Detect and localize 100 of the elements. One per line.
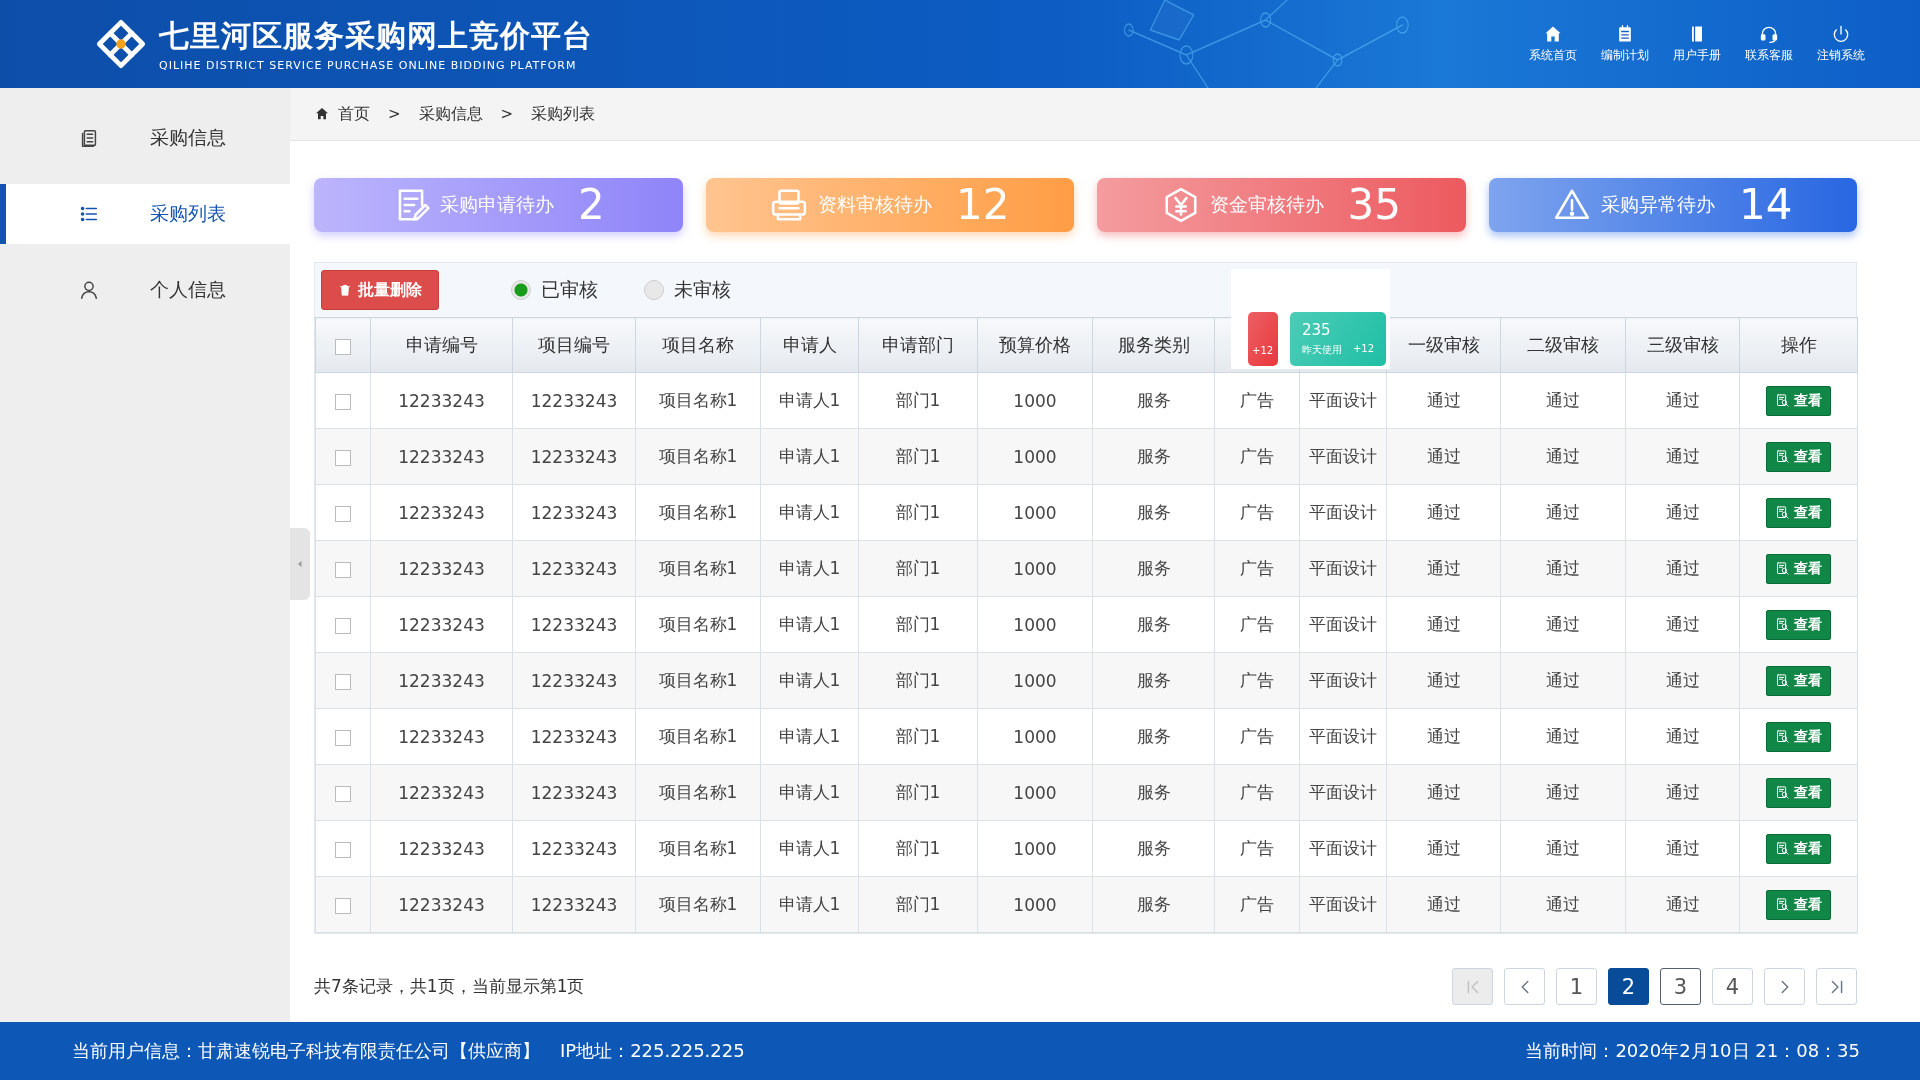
table-cell: 通过 [1500,876,1626,933]
checkbox[interactable] [335,505,351,522]
mini-stat-value: 235 [1302,321,1332,339]
table-cell: 部门1 [858,708,978,765]
nav-link[interactable]: 联系客服 [1740,24,1798,64]
search-icon [1775,841,1790,856]
radio-label[interactable]: 未审核 [674,277,731,303]
table-cell: 通过 [1386,428,1501,485]
collapse-handle[interactable] [290,528,310,600]
table-cell: 广告 [1214,596,1300,653]
stat-count: 2 [577,184,605,226]
column-header: 一级审核 [1386,317,1501,373]
table-cell: 项目名称1 [635,708,761,765]
breadcrumb-separator: > [500,105,514,123]
pager-button[interactable] [1816,968,1857,1005]
sidebar-item[interactable]: 个人信息 [0,260,290,320]
stat-card[interactable]: 采购申请待办 2 [314,178,683,232]
page-button[interactable]: 1 [1556,968,1597,1005]
view-button[interactable]: 查看 [1766,553,1831,584]
radio-label[interactable]: 已审核 [541,277,598,303]
table-cell: 平面设计 [1299,876,1387,933]
table-cell: 部门1 [858,820,978,877]
breadcrumb-link[interactable]: 采购信息 [418,103,483,125]
checkbox[interactable] [335,785,351,802]
table-cell: 12233243 [512,820,636,877]
table-cell: 申请人1 [760,820,859,877]
table-cell: 广告 [1214,764,1300,821]
nav-link[interactable]: 系统首页 [1524,24,1582,64]
pager-button[interactable] [1504,968,1545,1005]
column-header: 预算价格 [977,317,1093,373]
view-button[interactable]: 查看 [1766,721,1831,752]
view-button[interactable]: 查看 [1766,833,1831,864]
nav-link[interactable]: 用户手册 [1668,24,1726,64]
table-cell: 12233243 [512,596,636,653]
view-button[interactable]: 查看 [1766,777,1831,808]
printer-icon [770,186,808,224]
table-cell: 1000 [977,652,1093,709]
checkbox[interactable] [335,393,351,410]
breadcrumb-link[interactable]: 首页 [338,103,370,125]
table-cell: 项目名称1 [635,652,761,709]
column-header: 项目编号 [512,317,636,373]
page-button[interactable]: 2 [1608,968,1649,1005]
stat-card[interactable]: 资金审核待办 35 [1097,178,1466,232]
view-button[interactable]: 查看 [1766,385,1831,416]
checkbox[interactable] [335,449,351,466]
table-cell: 申请人1 [760,708,859,765]
view-button[interactable]: 查看 [1766,497,1831,528]
table-cell: 平面设计 [1299,596,1387,653]
checkbox[interactable] [335,617,351,634]
radio-button[interactable] [644,280,664,300]
sidebar-item[interactable]: 采购信息 [0,108,290,168]
table-cell: 项目名称1 [635,596,761,653]
ip-address: IP地址：225.225.225 [560,1039,745,1063]
page-button[interactable]: 3 [1660,968,1701,1005]
table-cell: 通过 [1625,540,1740,597]
table-cell: 申请人1 [760,540,859,597]
table-cell: 1000 [977,876,1093,933]
pager-button[interactable] [1764,968,1805,1005]
checkbox[interactable] [335,673,351,690]
stat-count: 14 [1739,184,1793,226]
table-cell: 服务 [1092,876,1215,933]
table-cell: 通过 [1386,820,1501,877]
table-cell: 12233243 [370,652,513,709]
search-icon [1775,785,1790,800]
table-cell: 项目名称1 [635,876,761,933]
radio-button[interactable] [511,280,531,300]
checkbox[interactable] [335,841,351,858]
table-cell: 通过 [1625,652,1740,709]
table-cell: 通过 [1625,596,1740,653]
mini-stat-delta: +12 [1352,343,1374,356]
logo-icon [95,18,147,70]
checkbox[interactable] [335,729,351,746]
checkbox[interactable] [335,561,351,578]
view-button[interactable]: 查看 [1766,665,1831,696]
table-cell: 平面设计 [1299,540,1387,597]
table-cell: 申请人1 [760,484,859,541]
table-cell: 平面设计 [1299,428,1387,485]
nav-link[interactable]: 编制计划 [1596,24,1654,64]
table-cell: 通过 [1500,820,1626,877]
table-cell: 通过 [1625,764,1740,821]
table-cell: 通过 [1386,540,1501,597]
table-cell: 部门1 [858,596,978,653]
sidebar-item[interactable]: 采购列表 [0,184,290,244]
table-cell: 广告 [1214,820,1300,877]
view-button[interactable]: 查看 [1766,889,1831,920]
nav-link[interactable]: 注销系统 [1812,24,1870,64]
batch-delete-button[interactable]: 批量删除 [321,270,439,310]
view-button[interactable]: 查看 [1766,609,1831,640]
view-button[interactable]: 查看 [1766,441,1831,472]
table-cell: 通过 [1500,764,1626,821]
breadcrumb-link[interactable]: 采购列表 [531,103,596,125]
checkbox[interactable] [335,338,351,355]
table-cell: 平面设计 [1299,820,1387,877]
table-cell: 1000 [977,764,1093,821]
stat-card[interactable]: 采购异常待办 14 [1488,178,1857,232]
page-button[interactable]: 4 [1712,968,1753,1005]
stat-label: 资金审核待办 [1209,192,1324,217]
search-icon [1775,449,1790,464]
table-cell: 1000 [977,428,1093,485]
checkbox[interactable] [335,897,351,914]
